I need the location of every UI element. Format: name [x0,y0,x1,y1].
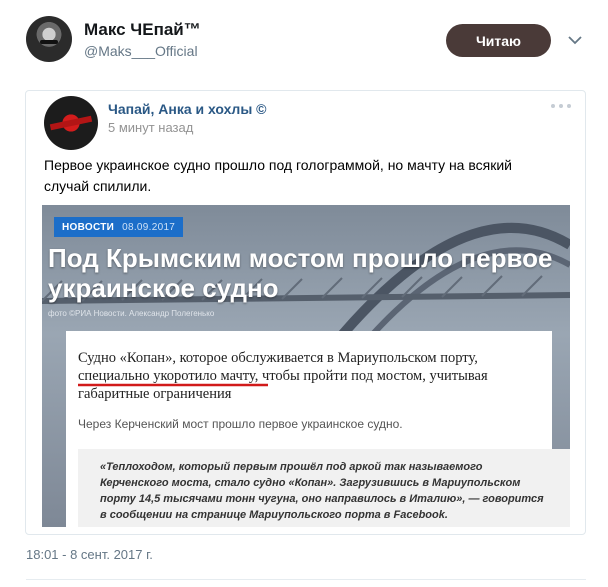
group-name[interactable]: Чапай, Анка и хохлы © [108,101,266,117]
article-quote: «Теплоходом, который первым прошёл под а… [78,449,570,527]
article-lead: Судно «Копан», которое обслуживается в М… [78,350,488,402]
badge-label: НОВОСТИ [62,221,115,233]
follow-button[interactable]: Читаю [446,24,551,57]
author-name[interactable]: Макс ЧЕпай™ [84,20,201,40]
author-avatar[interactable] [26,16,72,62]
article-headline: Под Крымским мостом прошло первое украин… [48,243,553,303]
news-badge: НОВОСТИ 08.09.2017 [54,217,184,237]
photo-credit: фото ©РИА Новости. Александр Полегенько [48,309,215,318]
article-subtitle: Через Керченский мост прошло первое укра… [78,417,403,431]
author-handle[interactable]: @Maks___Official [84,43,198,59]
article-image[interactable]: НОВОСТИ 08.09.2017 Под Крымским мостом п… [42,205,570,527]
tweet-timestamp[interactable]: 18:01 - 8 сент. 2017 г. [26,547,153,562]
post-time[interactable]: 5 минут назад [108,120,193,135]
chevron-down-icon[interactable] [567,32,583,48]
article-body: Судно «Копан», которое обслуживается в М… [66,331,570,527]
post-text: Первое украинское судно прошло под голог… [44,157,512,194]
divider [26,579,586,580]
more-dots-icon[interactable] [551,103,571,109]
badge-date: 08.09.2017 [122,221,176,233]
quote-text: «Теплоходом, который первым прошёл под а… [100,461,544,521]
group-logo[interactable] [44,96,98,150]
red-underline [78,383,268,387]
